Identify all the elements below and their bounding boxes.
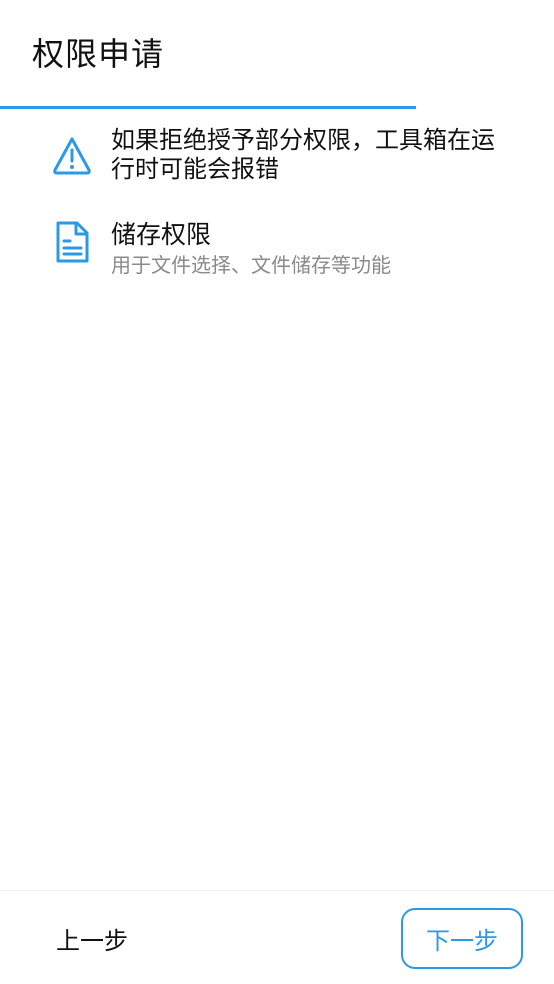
permission-item-storage: 储存权限 用于文件选择、文件储存等功能 <box>0 220 554 280</box>
permission-name: 储存权限 <box>111 220 212 249</box>
previous-step-button[interactable]: 上一步 <box>40 909 144 967</box>
page-title: 权限申请 <box>32 35 165 73</box>
permission-list: 如果拒绝授予部分权限，工具箱在运行时可能会报错 储存权限 用于文件选择、文件储存… <box>0 126 554 280</box>
footer: 上一步 下一步 <box>0 890 554 984</box>
warning-text: 如果拒绝授予部分权限，工具箱在运行时可能会报错 <box>111 126 495 183</box>
progress-bar-fill <box>0 106 416 109</box>
warning-icon <box>52 136 92 176</box>
permission-request-screen: 权限申请 如果拒绝授予部分权限，工具箱在运行时可能会报错 储存权限 用于文件选择… <box>0 0 554 984</box>
permission-description: 用于文件选择、文件储存等功能 <box>111 253 391 277</box>
warning-notice: 如果拒绝授予部分权限，工具箱在运行时可能会报错 <box>0 126 554 184</box>
permission-text: 储存权限 用于文件选择、文件储存等功能 <box>111 220 391 279</box>
progress-bar <box>0 106 554 109</box>
document-icon <box>52 221 92 263</box>
next-step-button[interactable]: 下一步 <box>401 908 523 969</box>
header: 权限申请 <box>0 0 554 109</box>
